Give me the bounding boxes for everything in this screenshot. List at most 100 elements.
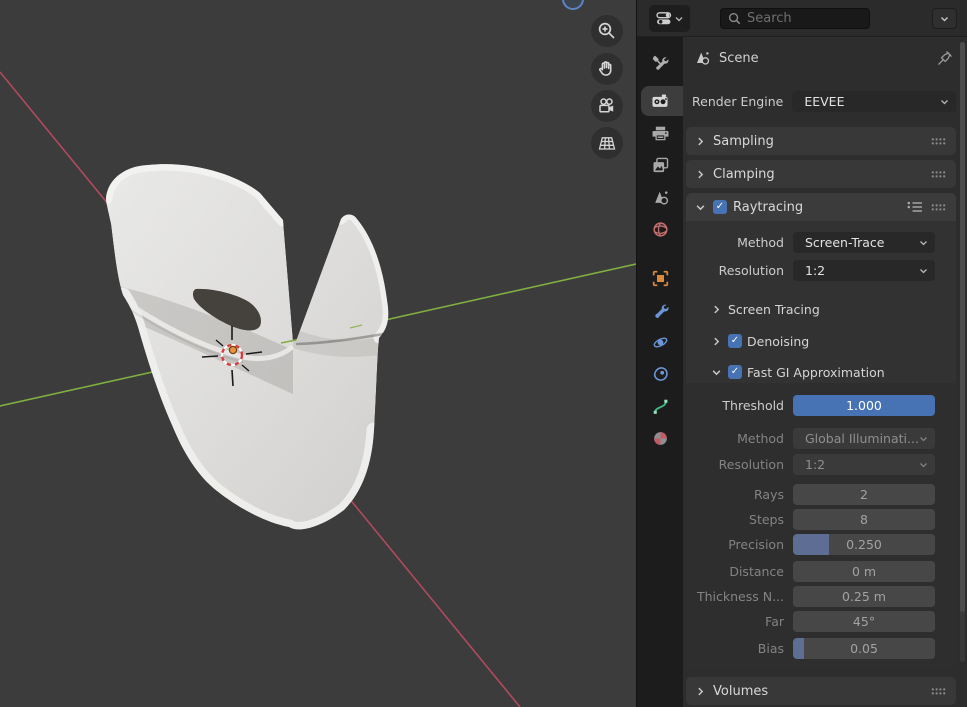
search-input[interactable]: Search [720, 8, 870, 29]
method-label: Method [695, 235, 793, 250]
properties-scrollbar[interactable] [960, 42, 965, 662]
threshold-value: 1.000 [846, 398, 882, 413]
distance-value: 0 m [852, 564, 876, 579]
tool-icon [652, 54, 669, 71]
rays-value: 2 [860, 487, 868, 502]
chevron-right-icon [696, 687, 705, 696]
tab-object[interactable] [637, 263, 683, 293]
render-properties-panel: Scene Render Engine EEVEE [683, 37, 967, 707]
steps-row: Steps 8 [695, 509, 935, 530]
distance-field[interactable]: 0 m [793, 561, 935, 582]
raytracing-method-row: Method Screen-Trace [695, 232, 935, 253]
chevron-down-icon [675, 16, 683, 22]
tab-render[interactable] [637, 86, 683, 116]
denoising-checkbox[interactable]: ✓ [728, 334, 742, 348]
scene-icon [652, 189, 669, 206]
grip-icon[interactable] [931, 170, 946, 179]
bias-slider-fill [793, 638, 804, 659]
render-engine-value: EEVEE [792, 94, 940, 109]
chevron-down-icon [919, 436, 928, 442]
viewport-camera-button[interactable] [591, 90, 623, 122]
tab-tool[interactable] [637, 47, 683, 77]
tab-view-layer[interactable] [637, 150, 683, 180]
precision-slider[interactable]: 0.250 [793, 534, 935, 555]
object-icon [652, 270, 669, 287]
material-sphere-icon [652, 430, 669, 447]
bias-row: Bias 0.05 [695, 638, 935, 659]
viewport-perspective-button[interactable] [591, 127, 623, 159]
chevron-right-icon [696, 137, 705, 146]
rays-field[interactable]: 2 [793, 484, 935, 505]
gi-resolution-dropdown[interactable]: 1:2 [793, 454, 935, 475]
render-engine-row: Render Engine EEVEE [692, 91, 956, 112]
tab-material[interactable] [637, 423, 683, 453]
chevron-right-icon [712, 337, 721, 346]
fast-gi-checkbox[interactable]: ✓ [728, 365, 742, 379]
raytracing-checkbox[interactable]: ✓ [713, 200, 727, 214]
grip-icon[interactable] [931, 687, 946, 696]
resolution-label: Resolution [695, 263, 793, 278]
3d-viewport[interactable] [0, 0, 636, 707]
breadcrumb: Scene [683, 45, 967, 71]
subpanel-denoising[interactable]: ✓ Denoising [686, 330, 956, 352]
curve-data-icon [652, 398, 669, 415]
tab-physics[interactable] [637, 327, 683, 357]
tab-world[interactable] [637, 214, 683, 244]
fast-gi-content: Threshold 1.000 Method Global Illuminati… [686, 383, 956, 669]
tab-object-data[interactable] [637, 391, 683, 421]
screen-tracing-label: Screen Tracing [728, 302, 820, 317]
panel-volumes[interactable]: Volumes [686, 677, 956, 705]
tab-modifiers[interactable] [637, 295, 683, 325]
raytracing-resolution-dropdown[interactable]: 1:2 [793, 260, 935, 281]
search-placeholder: Search [747, 11, 792, 26]
precision-label: Precision [695, 537, 793, 552]
far-field[interactable]: 45° [793, 611, 935, 632]
pin-icon[interactable] [937, 50, 953, 66]
panel-sampling[interactable]: Sampling [686, 127, 956, 155]
properties-header-bar: Search [637, 0, 967, 37]
grip-icon[interactable] [931, 137, 946, 146]
panel-clamping[interactable]: Clamping [686, 160, 956, 188]
thickness-field[interactable]: 0.25 m [793, 586, 935, 607]
raytracing-method-dropdown[interactable]: Screen-Trace [793, 232, 935, 253]
precision-value: 0.250 [846, 537, 882, 552]
object-origin-dot [229, 346, 236, 353]
tab-output[interactable] [637, 118, 683, 148]
gi-resolution-value: 1:2 [793, 457, 919, 472]
header-options-button[interactable] [932, 8, 957, 29]
render-engine-label: Render Engine [692, 94, 792, 109]
gi-resolution-row: Resolution 1:2 [695, 454, 935, 475]
denoising-label: Denoising [747, 334, 809, 349]
threshold-slider[interactable]: 1.000 [793, 395, 935, 416]
panel-raytracing-header[interactable]: ✓ Raytracing [686, 193, 956, 221]
panel-raytracing-label: Raytracing [733, 200, 899, 215]
steps-field[interactable]: 8 [793, 509, 935, 530]
breadcrumb-scene[interactable]: Scene [719, 51, 937, 66]
images-stack-icon [652, 157, 669, 174]
viewport-pan-button[interactable] [591, 53, 623, 85]
distance-label: Distance [695, 564, 793, 579]
chevron-down-icon [919, 462, 928, 468]
grip-icon[interactable] [931, 203, 946, 212]
bias-slider[interactable]: 0.05 [793, 638, 935, 659]
viewport-zoom-button[interactable] [591, 15, 623, 47]
subpanel-fast-gi[interactable]: ✓ Fast GI Approximation [686, 361, 956, 383]
chevron-down-icon [919, 268, 928, 274]
chevron-down-icon [696, 203, 705, 212]
render-engine-dropdown[interactable]: EEVEE [792, 91, 956, 112]
subpanel-screen-tracing[interactable]: Screen Tracing [686, 298, 956, 320]
precision-slider-fill [793, 534, 829, 555]
far-label: Far [695, 614, 793, 629]
distance-row: Distance 0 m [695, 561, 935, 582]
gi-method-value: Global Illuminati... [793, 431, 919, 446]
chevron-down-icon [919, 240, 928, 246]
printer-icon [652, 125, 669, 142]
tab-scene[interactable] [637, 182, 683, 212]
gi-method-dropdown[interactable]: Global Illuminati... [793, 428, 935, 449]
editor-type-button[interactable] [649, 5, 690, 32]
chevron-down-icon [940, 16, 949, 22]
tab-constraints[interactable] [637, 359, 683, 389]
presets-icon[interactable] [907, 201, 923, 213]
chevron-right-icon [712, 305, 721, 314]
raytracing-resolution-row: Resolution 1:2 [695, 260, 935, 281]
